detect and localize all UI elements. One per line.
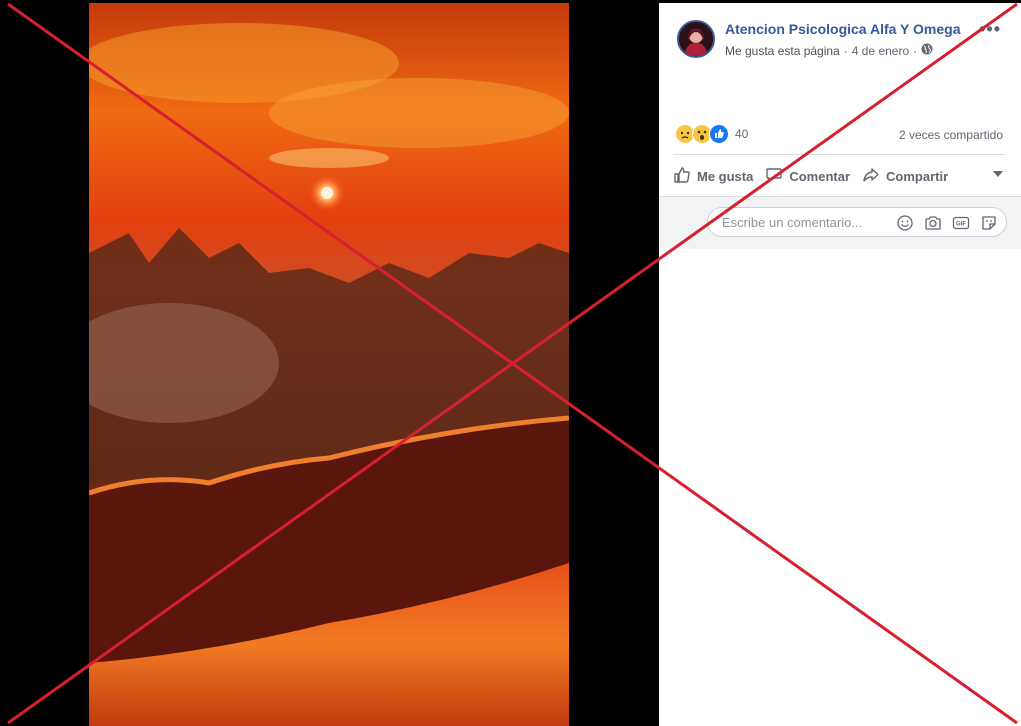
divider — [673, 154, 1005, 155]
post-sidebar: Atencion Psicologica Alfa Y Omega Me gus… — [659, 3, 1021, 726]
comment-input[interactable] — [720, 214, 884, 231]
meta-separator: · — [843, 43, 848, 58]
comment-label: Comentar — [789, 168, 851, 184]
more-options-icon[interactable]: ••• — [979, 19, 1001, 40]
like-button[interactable]: Me gusta — [673, 166, 753, 187]
page-name-link[interactable]: Atencion Psicologica Alfa Y Omega — [725, 21, 960, 37]
meta-separator: · — [913, 43, 918, 58]
share-count[interactable]: 2 veces compartido — [899, 128, 1003, 142]
like-page-link[interactable]: Me gusta esta página — [725, 44, 840, 58]
photo-viewer — [0, 0, 659, 726]
globe-icon — [921, 43, 933, 58]
post-photo[interactable] — [89, 3, 569, 726]
comment-composer: GIF — [659, 196, 1021, 249]
emoji-icon[interactable] — [896, 214, 914, 232]
camera-icon[interactable] — [924, 214, 942, 232]
share-button[interactable]: Compartir — [862, 166, 948, 187]
comment-button[interactable]: Comentar — [765, 166, 850, 187]
like-label: Me gusta — [697, 168, 754, 184]
reactions-summary[interactable]: 40 — [675, 124, 748, 144]
share-label: Compartir — [886, 168, 949, 184]
post-date[interactable]: 4 de enero — [852, 44, 909, 58]
thumbs-up-icon — [673, 166, 691, 187]
comment-box: GIF — [707, 207, 1007, 237]
reaction-count[interactable]: 40 — [735, 127, 748, 141]
page-avatar[interactable] — [677, 20, 715, 58]
share-arrow-icon — [862, 166, 880, 187]
svg-text:GIF: GIF — [956, 222, 966, 228]
post-meta: Me gusta esta página · 4 de enero · — [725, 43, 933, 58]
chevron-down-icon[interactable] — [993, 171, 1003, 177]
gif-icon[interactable]: GIF — [952, 214, 970, 232]
action-bar: Me gusta Comentar Compartir — [673, 163, 1003, 189]
comment-bubble-icon — [765, 166, 783, 187]
like-reaction-icon — [709, 124, 729, 144]
comment-tools: GIF — [896, 214, 998, 232]
sticker-icon[interactable] — [980, 214, 998, 232]
